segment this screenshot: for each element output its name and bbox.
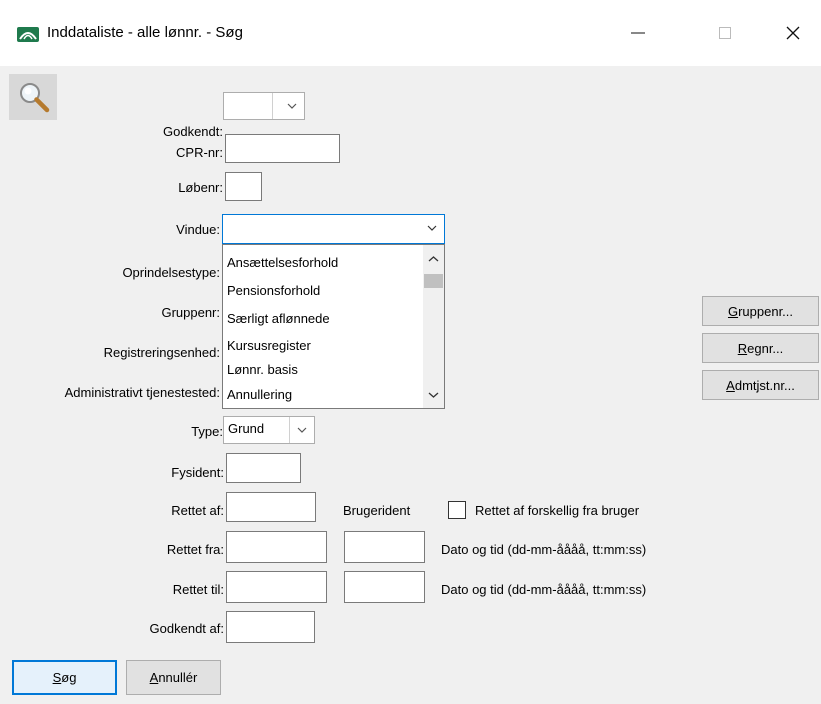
scroll-down-icon[interactable] [428, 391, 439, 399]
close-button[interactable] [763, 12, 821, 54]
rettet-af-forskellig-label: Rettet af forskellig fra bruger [475, 503, 640, 518]
gruppenr-label: Gruppenr: [161, 305, 220, 320]
rettet-fra-date-input[interactable] [226, 531, 327, 563]
brugerident-label: Brugerident [343, 503, 411, 518]
rettet-af-forskellig-checkbox[interactable] [448, 501, 466, 519]
admin-tjenestested-label: Administrativt tjenestested: [64, 385, 220, 400]
fysident-label: Fysident: [171, 465, 224, 480]
admtjst-button-label: Admtjst.nr... [726, 377, 795, 393]
rettet-til-time-input[interactable] [344, 571, 425, 603]
loebenr-input[interactable] [225, 172, 262, 201]
type-value: Grund [228, 421, 265, 436]
list-item[interactable]: Særligt aflønnede [227, 311, 330, 326]
rettet-af-label: Rettet af: [171, 503, 224, 518]
cancel-button-label: Annullér [149, 670, 198, 685]
cpr-label: CPR-nr: [176, 145, 223, 160]
search-button-label: Søg [52, 670, 77, 685]
registreringsenhed-label: Registreringsenhed: [103, 345, 220, 360]
regnr-button-label: Regnr... [737, 340, 784, 356]
godkendt-af-label: Godkendt af: [149, 621, 224, 636]
chevron-down-icon [297, 427, 307, 433]
search-tool-button[interactable] [9, 74, 57, 120]
vindue-select[interactable] [222, 214, 445, 244]
maximize-button[interactable] [695, 12, 755, 54]
chevron-down-icon [427, 225, 437, 231]
rettet-til-label: Rettet til: [172, 582, 224, 597]
magnifier-icon [20, 83, 50, 113]
vindue-label: Vindue: [176, 222, 220, 237]
rettet-til-hint: Dato og tid (dd-mm-åååå, tt:mm:ss) [441, 582, 647, 597]
window-title: Inddataliste - alle lønnr. - Søg [47, 24, 243, 41]
list-item[interactable]: Pensionsforhold [227, 283, 320, 298]
list-item[interactable]: Kursusregister [227, 338, 311, 353]
loebenr-label: Løbenr: [178, 180, 223, 195]
admtjst-lookup-button[interactable]: Admtjst.nr... [702, 370, 819, 400]
list-item[interactable]: Lønnr. basis [227, 362, 298, 377]
fysident-input[interactable] [226, 453, 301, 483]
gruppenr-button-label: Gruppenr... [727, 303, 794, 319]
gruppenr-lookup-button[interactable]: Gruppenr... [702, 296, 819, 326]
search-button[interactable]: Søg [12, 660, 117, 695]
rettet-til-date-input[interactable] [226, 571, 327, 603]
godkendt-af-input[interactable] [226, 611, 315, 643]
cpr-input[interactable] [225, 134, 340, 163]
rettet-fra-hint: Dato og tid (dd-mm-åååå, tt:mm:ss) [441, 542, 647, 557]
cancel-button[interactable]: Annullér [126, 660, 221, 695]
chevron-down-icon [287, 103, 297, 109]
type-select[interactable]: Grund [223, 416, 315, 444]
list-item[interactable]: Annullering [227, 387, 292, 402]
minimize-icon [631, 32, 645, 34]
rettet-fra-label: Rettet fra: [166, 542, 224, 557]
type-label: Type: [191, 424, 223, 439]
dialog-window: Inddataliste - alle lønnr. - Søg Godkend… [0, 0, 821, 704]
minimize-button[interactable] [608, 12, 668, 54]
rettet-fra-time-input[interactable] [344, 531, 425, 563]
vindue-dropdown-list[interactable]: Ansættelsesforhold Pensionsforhold Særli… [222, 244, 445, 409]
list-item[interactable]: Ansættelsesforhold [227, 255, 338, 270]
oprindelsestype-label: Oprindelsestype: [122, 265, 220, 280]
godkendt-select[interactable] [223, 92, 305, 120]
scroll-up-icon[interactable] [428, 255, 439, 263]
list-scrollbar[interactable] [423, 245, 444, 408]
godkendt-label: Godkendt: [163, 124, 223, 139]
app-logo-icon [17, 27, 39, 42]
regnr-lookup-button[interactable]: Regnr... [702, 333, 819, 363]
maximize-icon [719, 27, 731, 39]
close-icon [786, 26, 800, 40]
title-bar[interactable]: Inddataliste - alle lønnr. - Søg [0, 0, 821, 66]
scroll-thumb[interactable] [424, 274, 443, 288]
rettet-af-input[interactable] [226, 492, 316, 522]
